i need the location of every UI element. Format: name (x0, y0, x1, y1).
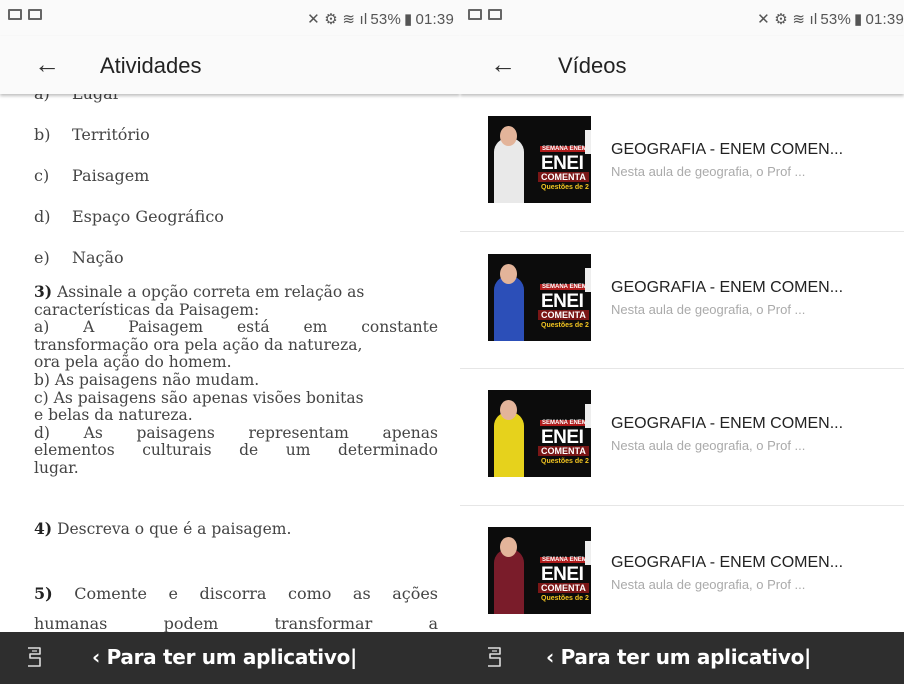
promo-banner[interactable]: ‹ Para ter um aplicativo| (460, 632, 904, 684)
promo-banner[interactable]: ‹ Para ter um aplicativo| (0, 632, 460, 684)
app-bar: ← Atividades (0, 36, 460, 94)
status-icons: ✕ ⚙ ≋ ıl (307, 11, 368, 28)
question-3: 3) Assinale a opção correta em relação a… (34, 282, 438, 477)
activities-content: a)Lugar b)Território c)Paisagem d)Espaço… (0, 94, 460, 632)
cast-notification-icon (28, 9, 42, 20)
option-a: a)Lugar (34, 94, 120, 103)
option-e: e) Nação (34, 248, 124, 267)
question-4: 4) Descreva o que é a paisagem. (34, 519, 292, 538)
status-icons: ✕ ⚙ ≋ ıl (757, 11, 818, 28)
option-d: d) Espaço Geográfico (34, 207, 224, 226)
video-thumbnail: SEMANA ENEM ENEI COMENTA Questões de 2 (488, 527, 591, 614)
status-bar: ✕ ⚙ ≋ ıl 53% ▮ 01:39 (0, 0, 460, 36)
video-thumbnail: SEMANA ENEM ENEI COMENTA Questões de 2 (488, 116, 591, 203)
battery-percent: 53% (820, 10, 851, 28)
video-item[interactable]: SEMANA ENEM ENEI COMENTA Questões de 2 G… (460, 368, 904, 506)
app-bar: ← Vídeos (460, 36, 904, 94)
question-5: 5) Comente e discorra como as ações huma… (34, 584, 438, 632)
page-title: Atividades (100, 53, 202, 78)
banner-text: ‹ Para ter um aplicativo| (546, 645, 812, 669)
video-description: Nesta aula de geografia, o Prof ... (611, 164, 806, 179)
video-description: Nesta aula de geografia, o Prof ... (611, 438, 806, 453)
image-notification-icon (8, 9, 22, 20)
cast-notification-icon (488, 9, 502, 20)
video-title: GEOGRAFIA - ENEM COMEN... (611, 415, 844, 432)
battery-percent: 53% (370, 10, 401, 28)
video-item[interactable]: SEMANA ENEM ENEI COMENTA Questões de 2 G… (460, 505, 904, 632)
video-item[interactable]: SEMANA ENEM ENEI COMENTA Questões de 2 G… (460, 231, 904, 369)
videos-screen: ✕ ⚙ ≋ ıl 53% ▮ 01:39 ← Vídeos SEMANA ENE… (460, 0, 904, 684)
clock: 01:39 (415, 10, 454, 28)
video-description: Nesta aula de geografia, o Prof ... (611, 302, 806, 317)
video-thumbnail: SEMANA ENEM ENEI COMENTA Questões de 2 (488, 254, 591, 341)
banner-text: ‹ Para ter um aplicativo| (92, 645, 358, 669)
app-logo-icon (488, 647, 501, 667)
video-list: SEMANA ENEM ENEI COMENTA Questões de 2 G… (460, 94, 904, 632)
option-b: b) Território (34, 125, 150, 144)
app-logo-icon (28, 647, 41, 667)
page-title: Vídeos (558, 53, 627, 78)
video-title: GEOGRAFIA - ENEM COMEN... (611, 141, 844, 158)
clock: 01:39 (865, 10, 904, 28)
battery-icon: ▮ (853, 11, 863, 28)
video-thumbnail: SEMANA ENEM ENEI COMENTA Questões de 2 (488, 390, 591, 477)
option-c: c) Paisagem (34, 166, 150, 185)
battery-icon: ▮ (403, 11, 413, 28)
back-arrow-icon[interactable]: ← (490, 50, 516, 78)
back-arrow-icon[interactable]: ← (34, 50, 60, 78)
video-title: GEOGRAFIA - ENEM COMEN... (611, 554, 844, 571)
image-notification-icon (468, 9, 482, 20)
atividades-screen: ✕ ⚙ ≋ ıl 53% ▮ 01:39 ← Atividades a)Luga… (0, 0, 460, 684)
video-item[interactable]: SEMANA ENEM ENEI COMENTA Questões de 2 G… (460, 94, 904, 232)
video-description: Nesta aula de geografia, o Prof ... (611, 577, 806, 592)
video-title: GEOGRAFIA - ENEM COMEN... (611, 279, 844, 296)
status-bar: ✕ ⚙ ≋ ıl 53% ▮ 01:39 (460, 0, 904, 36)
